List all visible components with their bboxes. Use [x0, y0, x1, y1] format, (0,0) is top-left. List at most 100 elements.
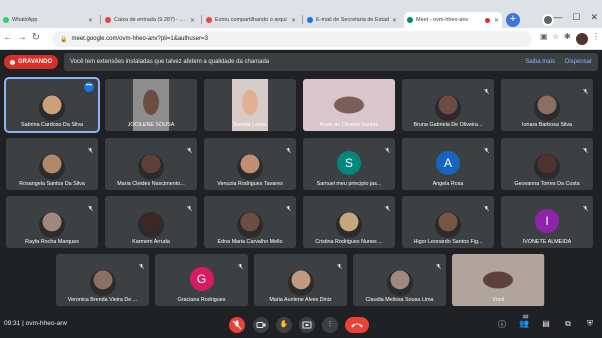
mic-toggle-button[interactable] — [229, 317, 245, 333]
participant-tile[interactable]: Edna Maria Carvalho Mello — [204, 196, 296, 248]
activities-icon[interactable]: ⧉ — [562, 319, 574, 331]
participant-tile[interactable]: Bruna Gabriela De Oliveira... — [402, 79, 494, 131]
participant-name: Ionara Barbosa Silva — [521, 122, 573, 128]
participant-tile[interactable]: Venuzia Rodrigues Tavares — [204, 138, 296, 190]
participant-initial-avatar: G — [189, 267, 214, 291]
meeting-details-icon[interactable]: ⓘ — [496, 319, 508, 331]
menu-icon[interactable]: ⋮ — [592, 32, 600, 41]
participant-tile[interactable]: I IVONETE ALMEIDA — [501, 196, 593, 248]
participant-name: Rayfa Rocha Marques — [25, 239, 79, 245]
chat-icon[interactable]: ▤ — [540, 319, 552, 331]
tab-divider — [201, 15, 202, 24]
participant-tile[interactable]: Rose de Oliveira Santos — [303, 79, 395, 131]
close-icon[interactable]: ✕ — [291, 17, 296, 24]
participant-name: Angela Rosa — [432, 181, 464, 187]
bookmark-star-icon[interactable]: ☆ — [552, 32, 559, 41]
participant-tile[interactable]: Veronica Brenda Vieira De ... — [56, 254, 149, 306]
participant-tile[interactable]: Karmem Arruda — [105, 196, 197, 248]
tab-title: Estou compartilhando o arqui — [215, 17, 287, 23]
participant-avatar — [237, 154, 263, 180]
participant-tile[interactable]: ••• Sabrina Cardoso Da Silva — [4, 77, 100, 133]
participant-tile[interactable]: Maria Aurilene Alves Diniz — [254, 254, 347, 306]
participant-tile[interactable]: Rayfa Rocha Marques — [6, 196, 98, 248]
tab-title: WhatsApp — [12, 17, 38, 23]
new-tab-button[interactable]: + — [506, 13, 520, 27]
participant-avatar — [336, 212, 362, 238]
mic-off-icon — [582, 82, 589, 94]
participant-avatar — [386, 270, 413, 296]
tab-title: Caixa de entrada (9.287) - cris — [114, 17, 188, 23]
people-icon[interactable]: 👥 — [518, 319, 530, 331]
participant-avatar — [138, 212, 164, 238]
hang-up-icon — [351, 323, 363, 328]
reload-icon[interactable]: ↻ — [30, 32, 42, 43]
tab-whatsapp[interactable]: WhatsApp ✕ — [0, 12, 96, 28]
participant-avatar — [435, 212, 461, 238]
participant-tile[interactable]: Brenda Lopes — [204, 79, 296, 131]
profile-icon[interactable] — [542, 14, 554, 26]
tab-divider — [100, 15, 101, 24]
tab-gmail-share[interactable]: Estou compartilhando o arqui ✕ — [203, 12, 299, 28]
participant-name: Brenda Lopes — [233, 122, 267, 128]
present-screen-button[interactable] — [299, 317, 315, 333]
url-field[interactable]: 🔒 meet.google.com/ovm-hheo-anv?pli=1&aut… — [52, 31, 532, 47]
tab-gmail-inbox[interactable]: Caixa de entrada (9.287) - cris ✕ — [102, 12, 198, 28]
participant-tile[interactable]: G Graciana Rodrigues — [155, 254, 248, 306]
close-icon[interactable]: ✕ — [88, 17, 93, 24]
leave-call-button[interactable] — [345, 317, 369, 333]
mic-off-icon — [232, 320, 242, 330]
maximize-icon[interactable]: ☐ — [572, 12, 580, 23]
recording-label: GRAVANDO — [18, 59, 53, 65]
tile-options-button[interactable]: ••• — [84, 82, 94, 92]
tab-meet[interactable]: Meet - ovm-hheo-anv ✕ — [404, 12, 502, 28]
raise-hand-button[interactable]: ✋ — [276, 317, 292, 333]
lock-icon: 🔒 — [60, 36, 68, 43]
participant-avatar — [138, 154, 164, 180]
participant-tile[interactable]: Maria Cleides Nascimento... — [105, 138, 197, 190]
mic-off-icon — [384, 199, 391, 211]
participant-tile[interactable]: Geovanna Torres Da Costa — [501, 138, 593, 190]
tab-title: E-mail de Secretaria de Estad — [316, 17, 390, 23]
camera-permission-icon[interactable]: ▣ — [540, 32, 548, 41]
learn-more-link[interactable]: Saiba mais — [525, 59, 555, 65]
mic-off-icon — [138, 257, 145, 269]
camera-toggle-button[interactable] — [253, 317, 269, 333]
participant-tile[interactable]: S Samuel meu principio jas... — [303, 138, 395, 190]
notice-text: Você tem extensões instaladas que talvez… — [70, 59, 270, 65]
forward-icon[interactable]: → — [16, 32, 28, 43]
participant-tile[interactable]: Cristina Rodrigues Nunes ... — [303, 196, 395, 248]
participant-tile[interactable]: Higor Leonardo Santos Fig... — [402, 196, 494, 248]
meeting-code: ovm-hheo-anv — [25, 320, 68, 327]
participant-tile[interactable]: Ionara Barbosa Silva — [501, 79, 593, 131]
participant-avatar — [39, 95, 65, 121]
dismiss-button[interactable]: Dispensar — [565, 59, 592, 65]
mic-off-icon — [87, 141, 94, 153]
participant-tile[interactable]: Rosangela Santos Da Silva — [6, 138, 98, 190]
back-icon[interactable]: ← — [2, 32, 14, 43]
more-vert-icon: ⋮ — [326, 321, 334, 328]
minimize-icon[interactable]: — — [553, 12, 562, 23]
close-icon[interactable]: ✕ — [190, 17, 195, 24]
extensions-icon[interactable]: ✱ — [564, 32, 571, 41]
clock-time: 09:31 — [4, 320, 21, 327]
tab-secretaria-email[interactable]: E-mail de Secretaria de Estad ✕ — [304, 12, 400, 28]
participant-avatar — [287, 270, 314, 296]
close-window-icon[interactable]: ✕ — [590, 12, 598, 23]
camera-icon — [256, 322, 266, 328]
close-icon[interactable]: ✕ — [494, 17, 499, 24]
mic-off-icon — [87, 199, 94, 211]
participant-name: Você — [492, 297, 505, 303]
participant-tile[interactable]: A Angela Rosa — [402, 138, 494, 190]
participant-name: Rose de Oliveira Santos — [319, 122, 379, 128]
more-options-button[interactable]: ⋮ — [322, 317, 338, 333]
account-avatar[interactable] — [576, 33, 588, 45]
participant-tile[interactable]: Você — [452, 254, 545, 306]
participant-tile[interactable]: Claudia Melissa Sousa Lima — [353, 254, 446, 306]
host-controls-icon[interactable]: ⛨ — [584, 319, 596, 331]
participant-name: Rosangela Santos Da Silva — [19, 181, 85, 187]
participant-tile[interactable]: JOCILENE SOUSA — [105, 79, 197, 131]
mic-off-icon — [384, 141, 391, 153]
mic-off-icon — [237, 257, 244, 269]
participant-avatar — [534, 154, 560, 180]
close-icon[interactable]: ✕ — [392, 17, 397, 24]
